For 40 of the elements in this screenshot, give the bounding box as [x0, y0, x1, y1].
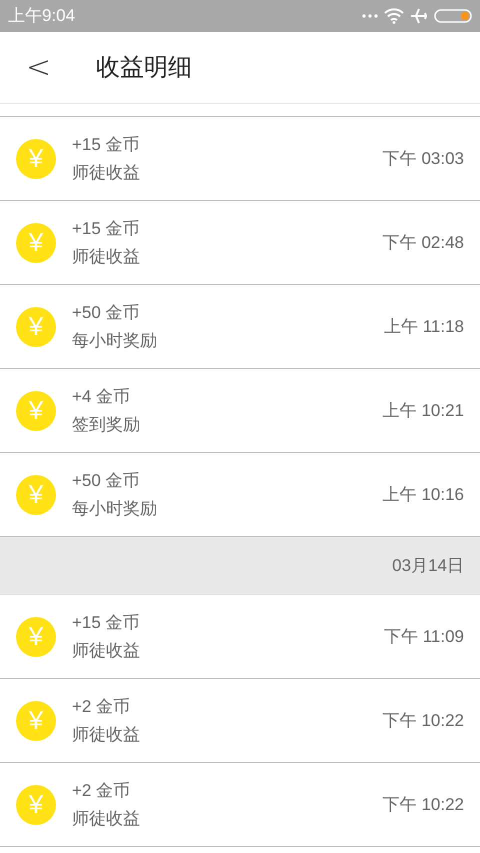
coin-icon: ¥: [16, 784, 56, 824]
coin-amount: +4 金币: [72, 386, 132, 408]
coin-amount: +15 金币: [72, 218, 141, 240]
more-icon: [362, 14, 378, 18]
coin-icon: ¥: [16, 390, 56, 430]
wifi-icon: [384, 8, 404, 24]
coin-amount: +2 金币: [72, 696, 132, 718]
date-header: 03月14日: [392, 554, 464, 577]
status-time: 上午9:04: [8, 5, 76, 28]
reward-source: 签到奖励: [72, 414, 141, 436]
coin-amount: +50 金币: [72, 470, 141, 492]
airplane-icon: [410, 8, 428, 24]
coin-amount: +50 金币: [72, 302, 141, 324]
reward-source: 师徒收益: [72, 640, 141, 662]
page-title: 收益明细: [96, 52, 192, 82]
reward-source: 师徒收益: [72, 246, 141, 268]
coin-icon: ¥: [16, 222, 56, 262]
record-time: 下午 10:22: [382, 710, 464, 732]
reward-source: 师徒收益: [72, 724, 141, 746]
coin-icon: ¥: [16, 306, 56, 346]
record-time: 上午 10:21: [382, 400, 464, 422]
back-button[interactable]: <: [26, 52, 50, 82]
reward-source: 每小时奖励: [72, 330, 158, 352]
coin-icon: ¥: [16, 138, 56, 178]
record-time: 下午 02:48: [382, 232, 464, 254]
reward-source: 每小时奖励: [72, 498, 158, 520]
coin-amount: +2 金币: [72, 780, 132, 802]
record-time: 下午 03:03: [382, 148, 464, 170]
coin-icon: ¥: [16, 474, 56, 514]
coin-amount: +15 金币: [72, 612, 141, 634]
record-time: 下午 11:09: [384, 626, 464, 648]
record-time: 下午 10:22: [382, 794, 464, 816]
reward-source: 师徒收益: [72, 162, 141, 184]
reward-source: 师徒收益: [72, 808, 141, 830]
record-time: 上午 10:16: [382, 484, 464, 506]
coin-icon: ¥: [16, 700, 56, 740]
battery-icon: [434, 9, 472, 23]
coin-amount: +15 金币: [72, 134, 141, 156]
coin-icon: ¥: [16, 616, 56, 656]
record-time: 上午 11:18: [384, 316, 464, 338]
